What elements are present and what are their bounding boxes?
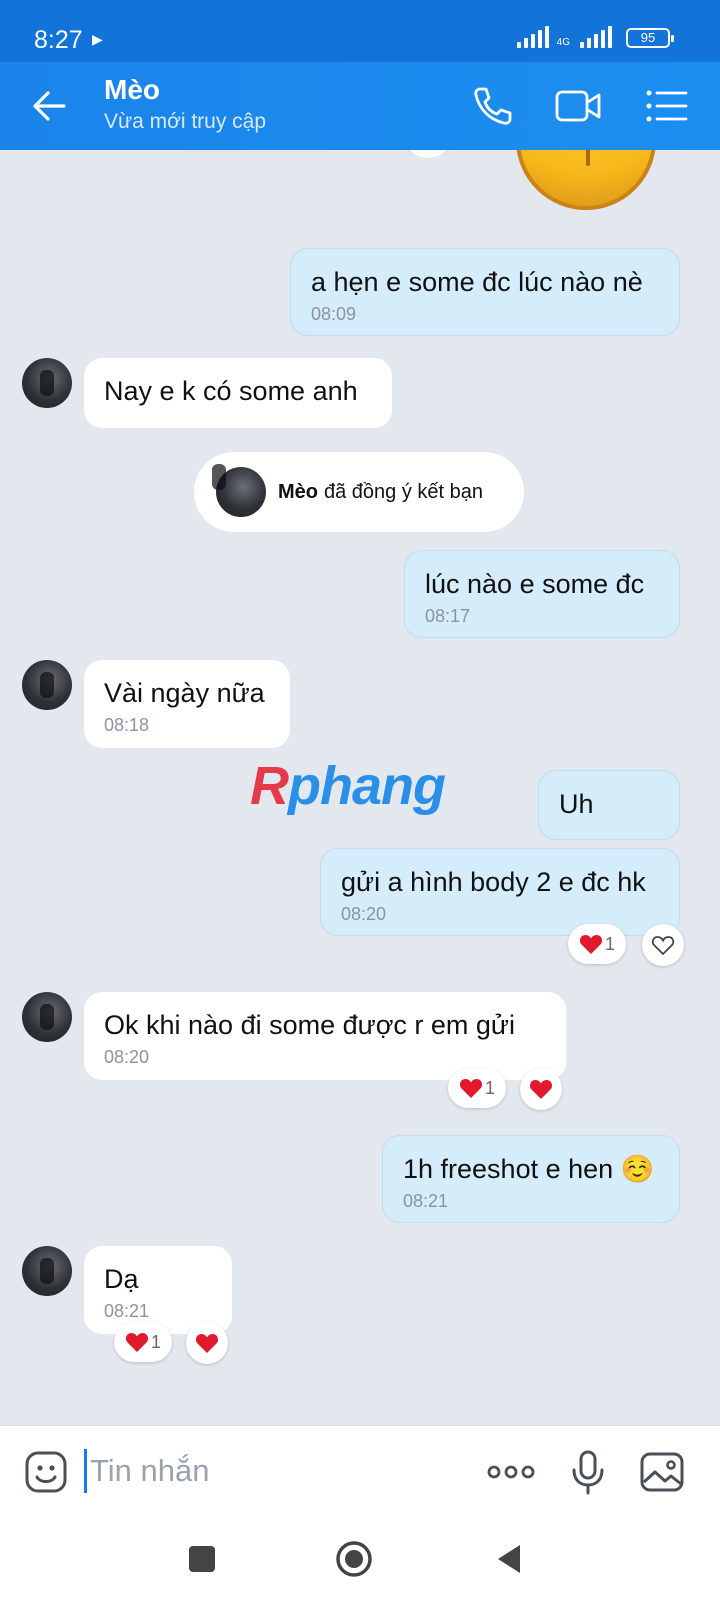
message-text: Uh bbox=[559, 789, 594, 819]
message-text: Vài ngày nữa bbox=[104, 678, 265, 708]
message-text: Ok khi nào đi some được r em gửi bbox=[104, 1010, 515, 1040]
message-text: Dạ bbox=[104, 1264, 139, 1294]
message-list[interactable]: a hẹn e some đc lúc nào nè 08:09 Nay e k… bbox=[0, 150, 720, 1425]
menu-list-icon[interactable] bbox=[640, 80, 692, 132]
react-button[interactable] bbox=[642, 924, 684, 966]
message-time: 08:17 bbox=[425, 606, 471, 626]
message-time: 08:18 bbox=[104, 715, 150, 735]
message-bubble-sent[interactable]: a hẹn e some đc lúc nào nè 08:09 bbox=[290, 248, 680, 336]
contact-avatar[interactable] bbox=[22, 1246, 72, 1296]
battery-level: 95 bbox=[640, 30, 656, 45]
message-bubble-received[interactable]: Dạ 08:21 bbox=[84, 1246, 232, 1334]
message-text: 1h freeshot e hen ☺️ bbox=[403, 1154, 655, 1184]
heart-outline-icon bbox=[651, 936, 675, 956]
watermark-letter: R bbox=[250, 756, 289, 816]
status-indicators: 4G 95 bbox=[516, 26, 674, 48]
system-message-text: đã đồng ý kết bạn bbox=[324, 480, 484, 503]
message-bubble-sent[interactable]: Uh bbox=[538, 770, 680, 840]
react-button[interactable] bbox=[186, 1322, 228, 1364]
phone-icon[interactable] bbox=[466, 80, 518, 132]
reaction-count-badge[interactable]: 1 bbox=[114, 1322, 172, 1362]
message-time: 08:21 bbox=[104, 1301, 150, 1321]
back-icon[interactable] bbox=[490, 1539, 530, 1579]
heart-icon bbox=[125, 1333, 149, 1352]
home-icon[interactable] bbox=[334, 1539, 374, 1579]
sticker-icon[interactable] bbox=[22, 1448, 70, 1496]
message-bubble-received[interactable]: Ok khi nào đi some được r em gửi 08:20 bbox=[84, 992, 566, 1080]
reaction-count-badge[interactable]: 1 bbox=[448, 1068, 506, 1108]
message-bubble-sent[interactable]: gửi a hình body 2 e đc hk 08:20 bbox=[320, 848, 680, 936]
contact-avatar[interactable] bbox=[22, 992, 72, 1042]
microphone-icon[interactable] bbox=[564, 1448, 612, 1496]
reaction-count: 1 bbox=[604, 933, 615, 954]
message-bubble-received[interactable]: Vài ngày nữa 08:18 bbox=[84, 660, 290, 748]
message-text: gửi a hình body 2 e đc hk bbox=[341, 867, 646, 897]
heart-icon bbox=[459, 1079, 483, 1098]
message-input[interactable] bbox=[90, 1446, 450, 1496]
network-type: 4G bbox=[556, 37, 570, 48]
contact-avatar[interactable] bbox=[22, 660, 72, 710]
message-text: a hẹn e some đc lúc nào nè bbox=[311, 267, 643, 297]
contact-status: Vừa mới truy cập bbox=[104, 110, 267, 133]
sticker-emoji[interactable] bbox=[516, 150, 656, 210]
reaction-count: 1 bbox=[150, 1331, 161, 1352]
signal-icon-2 bbox=[580, 26, 612, 48]
contact-avatar bbox=[216, 467, 266, 517]
react-button[interactable] bbox=[520, 1068, 562, 1110]
system-navigation-bar bbox=[0, 1515, 720, 1600]
text-caret bbox=[84, 1449, 87, 1493]
signal-icon bbox=[516, 26, 549, 48]
message-time: 08:21 bbox=[403, 1191, 449, 1211]
message-bubble-received[interactable]: Nay e k có some anh bbox=[84, 358, 392, 428]
heart-icon bbox=[195, 1334, 219, 1353]
video-call-icon[interactable] bbox=[552, 80, 604, 132]
system-message-name: Mèo bbox=[278, 480, 318, 503]
status-time: 8:27 bbox=[34, 26, 83, 54]
message-bubble-sent[interactable]: lúc nào e some đc 08:17 bbox=[404, 550, 680, 638]
chat-header: Mèo Vừa mới truy cập bbox=[0, 62, 720, 150]
previous-reaction-peek bbox=[404, 150, 452, 158]
contact-avatar[interactable] bbox=[22, 358, 72, 408]
watermark-logo: Rphang bbox=[250, 755, 446, 817]
media-play-icon: ▶ bbox=[92, 31, 103, 47]
message-text: Nay e k có some anh bbox=[104, 376, 358, 406]
system-message: Mèo đã đồng ý kết bạn bbox=[194, 452, 524, 532]
message-composer bbox=[0, 1425, 720, 1515]
message-text: lúc nào e some đc bbox=[425, 569, 645, 599]
more-icon[interactable] bbox=[486, 1448, 536, 1496]
reaction-count-badge[interactable]: 1 bbox=[568, 924, 626, 964]
message-time: 08:20 bbox=[104, 1047, 150, 1067]
message-time: 08:09 bbox=[311, 304, 357, 324]
recent-apps-icon[interactable] bbox=[182, 1539, 222, 1579]
watermark-text: phang bbox=[288, 756, 446, 816]
image-icon[interactable] bbox=[638, 1448, 686, 1496]
battery-icon: 95 bbox=[626, 28, 674, 48]
message-bubble-sent[interactable]: 1h freeshot e hen ☺️ 08:21 bbox=[382, 1135, 680, 1223]
reaction-count: 1 bbox=[484, 1077, 495, 1098]
status-bar: 8:27 ▶ 4G 95 bbox=[0, 0, 720, 62]
contact-name[interactable]: Mèo bbox=[104, 74, 160, 106]
back-arrow-icon[interactable] bbox=[28, 84, 72, 128]
heart-icon bbox=[529, 1080, 553, 1099]
message-time: 08:20 bbox=[341, 904, 387, 924]
heart-icon bbox=[579, 935, 603, 954]
